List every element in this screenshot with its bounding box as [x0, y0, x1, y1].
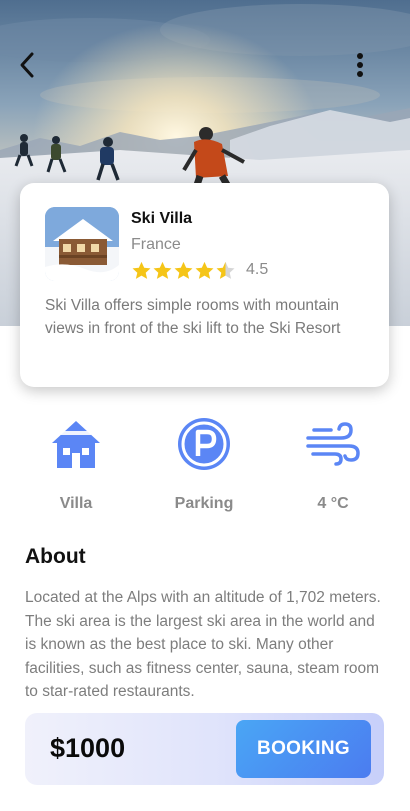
amenity-label: Parking: [174, 495, 234, 512]
property-thumbnail: [45, 207, 119, 281]
about-text: Located at the Alps with an altitude of …: [25, 589, 381, 700]
star-icon: [132, 261, 151, 279]
booking-button[interactable]: BOOKING: [236, 720, 371, 778]
rating-row: 4.5: [131, 259, 268, 281]
parking-icon: [174, 414, 234, 474]
screen: Ski Villa France 4.5 Ski Villa offers si…: [0, 0, 410, 811]
star-icon: [195, 261, 214, 279]
star-icon: [174, 261, 193, 279]
price: $1000: [50, 733, 126, 763]
more-vertical-icon: [357, 53, 363, 77]
star-icon: [153, 261, 172, 279]
back-button[interactable]: [17, 51, 53, 87]
amenity-parking: Parking: [149, 414, 259, 524]
amenity-label: Villa: [59, 495, 93, 512]
star-icon: [216, 261, 235, 279]
booking-bar: $1000 BOOKING: [25, 713, 384, 785]
about-heading: About: [25, 545, 86, 568]
property-name: Ski Villa: [131, 210, 193, 227]
more-options-button[interactable]: [355, 51, 391, 87]
amenity-weather: 4 °C: [278, 414, 388, 524]
wind-icon: [303, 414, 363, 474]
house-icon: [46, 414, 106, 474]
chevron-left-icon: [20, 52, 34, 78]
property-info-card: Ski Villa France 4.5 Ski Villa offers si…: [20, 183, 389, 387]
amenity-label: 4 °C: [317, 495, 349, 512]
rating-stars: [131, 260, 236, 281]
rating-value: 4.5: [246, 261, 269, 278]
chalet-thumbnail-image: [45, 207, 119, 281]
property-location: France: [131, 236, 181, 253]
amenity-villa: Villa: [21, 414, 131, 524]
property-description: Ski Villa offers simple rooms with mount…: [45, 297, 341, 337]
